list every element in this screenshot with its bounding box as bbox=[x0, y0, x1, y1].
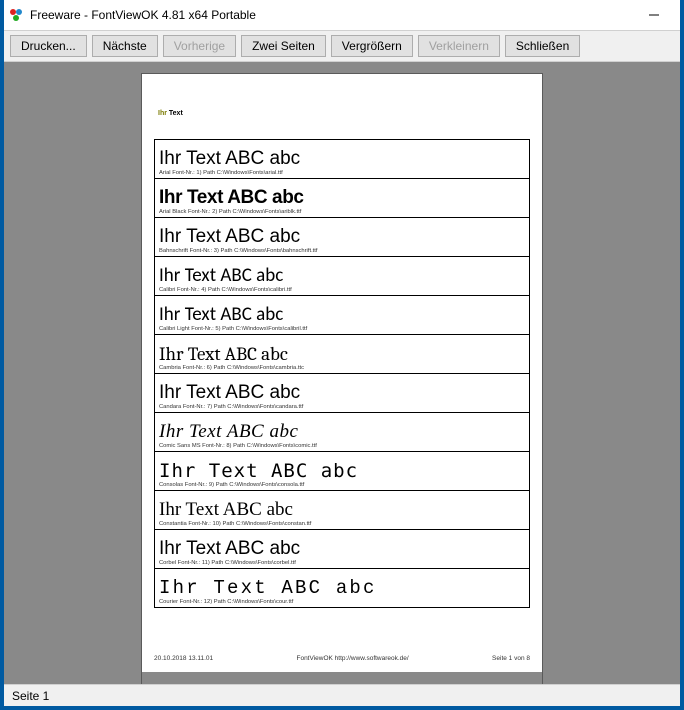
font-sample-row: Ihr Text ABC abcCalibri Font-Nr.: 4) Pat… bbox=[155, 257, 529, 296]
page-title-text: Text bbox=[167, 110, 183, 117]
font-sample-row: Ihr Text ABC abcConsolas Font-Nr.: 9) Pa… bbox=[155, 452, 529, 491]
font-sample-row: Ihr Text ABC abcConstantia Font-Nr.: 10)… bbox=[155, 491, 529, 530]
footer-pagenum: Seite 1 von 8 bbox=[492, 655, 530, 662]
font-sample-meta: Arial Font-Nr.: 1) Path C:\Windows\Fonts… bbox=[159, 170, 525, 176]
page-footer: 20.10.2018 13.11.01 FontViewOK http://ww… bbox=[154, 647, 530, 662]
font-sample-row: Ihr Text ABC abcArial Black Font-Nr.: 2)… bbox=[155, 179, 529, 218]
toolbar: Drucken... Nächste Vorherige Zwei Seiten… bbox=[4, 30, 680, 62]
font-sample-meta: Corbel Font-Nr.: 11) Path C:\Windows\Fon… bbox=[159, 560, 525, 566]
titlebar: Freeware - FontViewOK 4.81 x64 Portable bbox=[4, 0, 680, 30]
font-sample-meta: Courier Font-Nr.: 12) Path C:\Windows\Fo… bbox=[159, 599, 525, 605]
font-sample-text: Ihr Text ABC abc bbox=[159, 421, 525, 443]
font-sample-meta: Candara Font-Nr.: 7) Path C:\Windows\Fon… bbox=[159, 404, 525, 410]
font-sample-row: Ihr Text ABC abcArial Font-Nr.: 1) Path … bbox=[155, 140, 529, 179]
minimize-button[interactable] bbox=[632, 1, 676, 29]
font-sample-row: Ihr Text ABC abcCambria Font-Nr.: 6) Pat… bbox=[155, 335, 529, 374]
font-sample-text: Ihr Text ABC abc bbox=[159, 499, 525, 521]
next-page-button[interactable]: Nächste bbox=[92, 35, 158, 57]
font-sample-meta: Bahnschrift Font-Nr.: 3) Path C:\Windows… bbox=[159, 248, 525, 254]
page-title: Ihr Text bbox=[158, 110, 530, 117]
print-button[interactable]: Drucken... bbox=[10, 35, 87, 57]
font-sample-text: Ihr Text ABC abc bbox=[159, 343, 525, 365]
font-sample-text: Ihr Text ABC abc bbox=[159, 187, 525, 209]
prev-page-button: Vorherige bbox=[163, 35, 236, 57]
zoom-out-button: Verkleinern bbox=[418, 35, 500, 57]
font-sample-row: Ihr Text ABC abcCorbel Font-Nr.: 11) Pat… bbox=[155, 530, 529, 569]
statusbar: Seite 1 bbox=[4, 684, 680, 706]
font-sample-text: Ihr Text ABC abc bbox=[159, 577, 525, 599]
font-sample-meta: Calibri Font-Nr.: 4) Path C:\Windows\Fon… bbox=[159, 287, 525, 293]
font-sample-text: Ihr Text ABC abc bbox=[159, 304, 525, 326]
app-window: Freeware - FontViewOK 4.81 x64 Portable … bbox=[0, 0, 684, 710]
preview-page: Ihr Text Ihr Text ABC abcArial Font-Nr.:… bbox=[142, 74, 542, 672]
close-preview-button[interactable]: Schließen bbox=[505, 35, 580, 57]
footer-timestamp: 20.10.2018 13.11.01 bbox=[154, 655, 213, 662]
font-sample-meta: Constantia Font-Nr.: 10) Path C:\Windows… bbox=[159, 521, 525, 527]
statusbar-text: Seite 1 bbox=[12, 689, 49, 703]
zoom-in-button[interactable]: Vergrößern bbox=[331, 35, 413, 57]
font-sample-text: Ihr Text ABC abc bbox=[159, 538, 525, 560]
page-shadow: Ihr Text Ihr Text ABC abcArial Font-Nr.:… bbox=[142, 74, 542, 684]
font-sample-row: Ihr Text ABC abcComic Sans MS Font-Nr.: … bbox=[155, 413, 529, 452]
window-title: Freeware - FontViewOK 4.81 x64 Portable bbox=[30, 8, 626, 22]
font-sample-text: Ihr Text ABC abc bbox=[159, 382, 525, 404]
font-sample-row: Ihr Text ABC abcCourier Font-Nr.: 12) Pa… bbox=[155, 569, 529, 608]
font-sample-table: Ihr Text ABC abcArial Font-Nr.: 1) Path … bbox=[154, 139, 530, 608]
font-sample-meta: Cambria Font-Nr.: 6) Path C:\Windows\Fon… bbox=[159, 365, 525, 371]
font-sample-text: Ihr Text ABC abc bbox=[159, 460, 525, 482]
font-sample-meta: Consolas Font-Nr.: 9) Path C:\Windows\Fo… bbox=[159, 482, 525, 488]
font-sample-text: Ihr Text ABC abc bbox=[159, 265, 525, 287]
font-sample-text: Ihr Text ABC abc bbox=[159, 148, 525, 170]
page-title-ihr: Ihr bbox=[158, 110, 167, 117]
footer-appinfo: FontViewOK http://www.softwareok.de/ bbox=[296, 655, 408, 662]
font-sample-meta: Arial Black Font-Nr.: 2) Path C:\Windows… bbox=[159, 209, 525, 215]
font-sample-meta: Comic Sans MS Font-Nr.: 8) Path C:\Windo… bbox=[159, 443, 525, 449]
app-icon bbox=[8, 7, 24, 23]
two-pages-button[interactable]: Zwei Seiten bbox=[241, 35, 326, 57]
font-sample-row: Ihr Text ABC abcCalibri Light Font-Nr.: … bbox=[155, 296, 529, 335]
preview-viewport[interactable]: Ihr Text Ihr Text ABC abcArial Font-Nr.:… bbox=[4, 62, 680, 684]
font-sample-row: Ihr Text ABC abcBahnschrift Font-Nr.: 3)… bbox=[155, 218, 529, 257]
font-sample-text: Ihr Text ABC abc bbox=[159, 226, 525, 248]
font-sample-meta: Calibri Light Font-Nr.: 5) Path C:\Windo… bbox=[159, 326, 525, 332]
font-sample-row: Ihr Text ABC abcCandara Font-Nr.: 7) Pat… bbox=[155, 374, 529, 413]
